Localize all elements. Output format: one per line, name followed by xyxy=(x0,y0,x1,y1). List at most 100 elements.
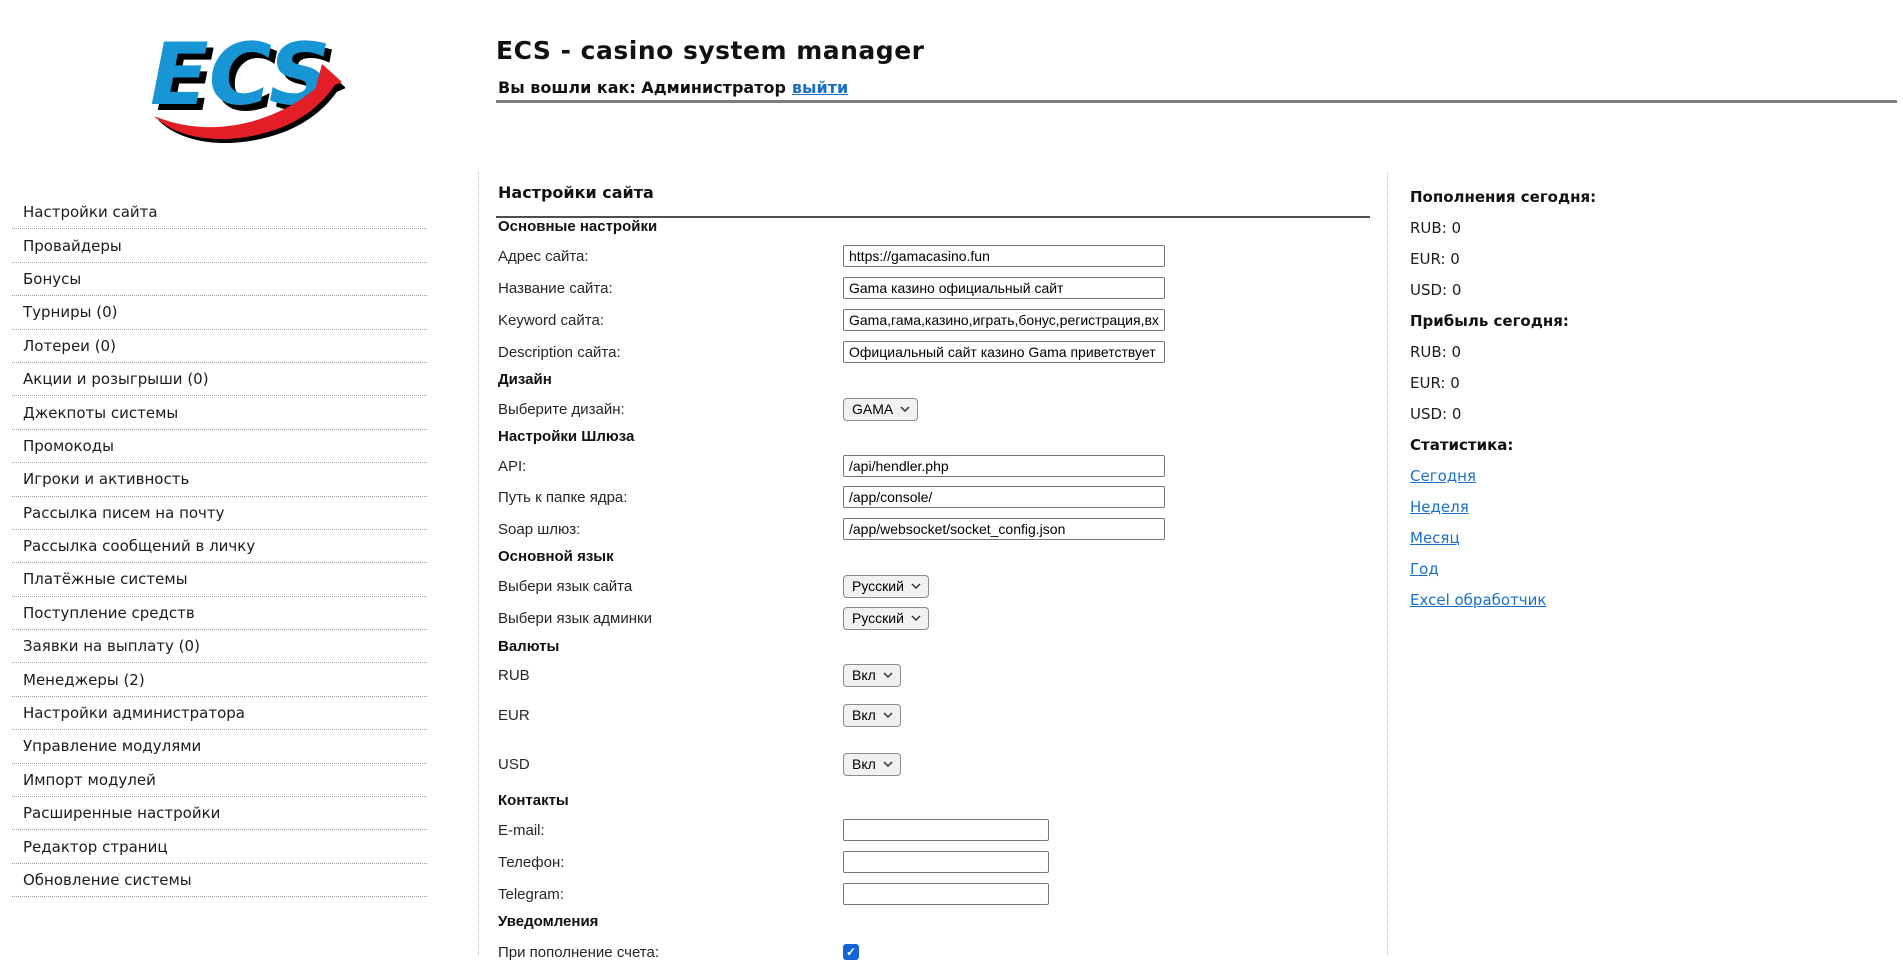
sidebar-menu: Настройки сайта Провайдеры Бонусы Турнир… xyxy=(12,196,427,897)
site-keyword-label: Keyword сайта: xyxy=(498,312,843,329)
sidebar-item-promotions[interactable]: Акции и розыгрыши (0) xyxy=(12,363,427,396)
sidebar-item-jackpots[interactable]: Джекпоты системы xyxy=(12,396,427,429)
deposits-rub-value: RUB: 0 xyxy=(1410,212,1675,243)
api-label: API: xyxy=(498,458,843,475)
admin-language-row: Выбери язык админки Русский xyxy=(498,606,929,630)
deposit-notification-checkbox[interactable]: ✓ xyxy=(843,944,859,960)
section-currencies: Валюты xyxy=(498,639,559,655)
sidebar-item-module-import[interactable]: Импорт модулей xyxy=(12,764,427,797)
logout-link[interactable]: выйти xyxy=(792,78,848,97)
site-language-select[interactable]: Русский xyxy=(843,575,929,598)
sidebar-item-mail-broadcast[interactable]: Рассылка писем на почту xyxy=(12,497,427,530)
sidebar-item-system-update[interactable]: Обновление системы xyxy=(12,864,427,897)
site-address-label: Адрес сайта: xyxy=(498,248,843,265)
email-label: E-mail: xyxy=(498,822,843,839)
site-keyword-input[interactable] xyxy=(843,309,1165,331)
usd-select[interactable]: Вкл xyxy=(843,753,901,776)
sidebar-item-pm-broadcast[interactable]: Рассылка сообщений в личку xyxy=(12,530,427,563)
site-name-label: Название сайта: xyxy=(498,280,843,297)
stats-link-week[interactable]: Неделя xyxy=(1410,498,1469,516)
main-left-separator xyxy=(478,172,479,955)
site-address-input[interactable] xyxy=(843,245,1165,267)
sidebar-item-page-editor[interactable]: Редактор страниц xyxy=(12,830,427,863)
core-path-row: Путь к папке ядра: xyxy=(498,481,1165,513)
sidebar-item-promocodes[interactable]: Промокоды xyxy=(12,430,427,463)
site-description-label: Description сайта: xyxy=(498,344,843,361)
login-status: Вы вошли как: Администратор выйти xyxy=(498,78,848,97)
sidebar-item-payout-requests[interactable]: Заявки на выплату (0) xyxy=(12,630,427,663)
deposits-today-title: Пополнения сегодня: xyxy=(1410,181,1675,212)
soap-input[interactable] xyxy=(843,518,1165,540)
core-path-input[interactable] xyxy=(843,486,1165,508)
section-gateway: Настройки Шлюза xyxy=(498,429,634,445)
usd-label: USD xyxy=(498,756,843,773)
site-name-input[interactable] xyxy=(843,277,1165,299)
email-row: E-mail: xyxy=(498,814,1049,846)
usd-row: USD Вкл xyxy=(498,752,901,776)
sidebar-item-incoming-funds[interactable]: Поступление средств xyxy=(12,597,427,630)
sidebar-item-bonuses[interactable]: Бонусы xyxy=(12,263,427,296)
sidebar-item-players[interactable]: Игроки и активность xyxy=(12,463,427,496)
profit-rub-value: RUB: 0 xyxy=(1410,336,1675,367)
site-address-row: Адрес сайта: xyxy=(498,240,1165,272)
sidebar-item-providers[interactable]: Провайдеры xyxy=(12,229,427,262)
sidebar-item-module-management[interactable]: Управление модулями xyxy=(12,730,427,763)
telegram-input[interactable] xyxy=(843,883,1049,905)
usd-select-value: Вкл xyxy=(852,756,876,772)
statistics-title: Статистика: xyxy=(1410,429,1675,460)
soap-label: Soap шлюз: xyxy=(498,521,843,538)
section-basic-settings: Основные настройки xyxy=(498,219,657,235)
sidebar-item-site-settings[interactable]: Настройки сайта xyxy=(12,196,427,229)
admin-language-select[interactable]: Русский xyxy=(843,607,929,630)
rub-row: RUB Вкл xyxy=(498,663,901,687)
profit-today-title: Прибыль сегодня: xyxy=(1410,305,1675,336)
profit-usd-value: USD: 0 xyxy=(1410,398,1675,429)
login-status-text: Вы вошли как: Администратор xyxy=(498,78,786,97)
phone-input[interactable] xyxy=(843,851,1049,873)
rub-select[interactable]: Вкл xyxy=(843,664,901,687)
ecs-logo-image: ECS ECS xyxy=(140,20,345,152)
site-language-row: Выбери язык сайта Русский xyxy=(498,574,929,598)
eur-select-value: Вкл xyxy=(852,707,876,723)
sidebar-item-lotteries[interactable]: Лотереи (0) xyxy=(12,330,427,363)
site-language-label: Выбери язык сайта xyxy=(498,578,843,595)
stats-link-today[interactable]: Сегодня xyxy=(1410,467,1476,485)
deposit-notify-row: При пополнение счета: ✓ xyxy=(498,940,859,964)
site-name-row: Название сайта: xyxy=(498,272,1165,304)
site-keyword-row: Keyword сайта: xyxy=(498,304,1165,336)
section-language: Основной язык xyxy=(498,549,614,565)
deposit-notify-label: При пополнение счета: xyxy=(498,944,843,961)
design-select-value: GAMA xyxy=(852,401,893,417)
stats-panel: Пополнения сегодня: RUB: 0 EUR: 0 USD: 0… xyxy=(1410,181,1675,615)
soap-row: Soap шлюз: xyxy=(498,513,1165,545)
core-path-label: Путь к папке ядра: xyxy=(498,489,843,506)
section-notifications: Уведомления xyxy=(498,914,598,930)
chevron-down-icon xyxy=(911,615,921,621)
chevron-down-icon xyxy=(900,406,910,412)
design-select[interactable]: GAMA xyxy=(843,398,918,421)
phone-label: Телефон: xyxy=(498,854,843,871)
page-title: ECS - casino system manager xyxy=(496,36,924,65)
sidebar-item-advanced-settings[interactable]: Расширенные настройки xyxy=(12,797,427,830)
eur-select[interactable]: Вкл xyxy=(843,704,901,727)
stats-link-excel[interactable]: Excel обработчик xyxy=(1410,591,1546,609)
section-design: Дизайн xyxy=(498,372,552,388)
section-contacts: Контакты xyxy=(498,793,569,809)
chevron-down-icon xyxy=(883,712,893,718)
email-input[interactable] xyxy=(843,819,1049,841)
site-language-value: Русский xyxy=(852,578,904,594)
stats-link-month[interactable]: Месяц xyxy=(1410,529,1460,547)
panel-title: Настройки сайта xyxy=(498,183,654,202)
site-description-input[interactable] xyxy=(843,341,1165,363)
sidebar-item-tournaments[interactable]: Турниры (0) xyxy=(12,296,427,329)
design-row: Выберите дизайн: GAMA xyxy=(498,397,918,421)
profit-eur-value: EUR: 0 xyxy=(1410,367,1675,398)
sidebar-item-managers[interactable]: Менеджеры (2) xyxy=(12,663,427,696)
stats-link-year[interactable]: Год xyxy=(1410,560,1439,578)
sidebar-item-admin-settings[interactable]: Настройки администратора xyxy=(12,697,427,730)
site-description-row: Description сайта: xyxy=(498,336,1165,368)
sidebar-item-payment-systems[interactable]: Платёжные системы xyxy=(12,563,427,596)
deposits-usd-value: USD: 0 xyxy=(1410,274,1675,305)
api-input[interactable] xyxy=(843,455,1165,477)
header-divider xyxy=(496,100,1897,103)
